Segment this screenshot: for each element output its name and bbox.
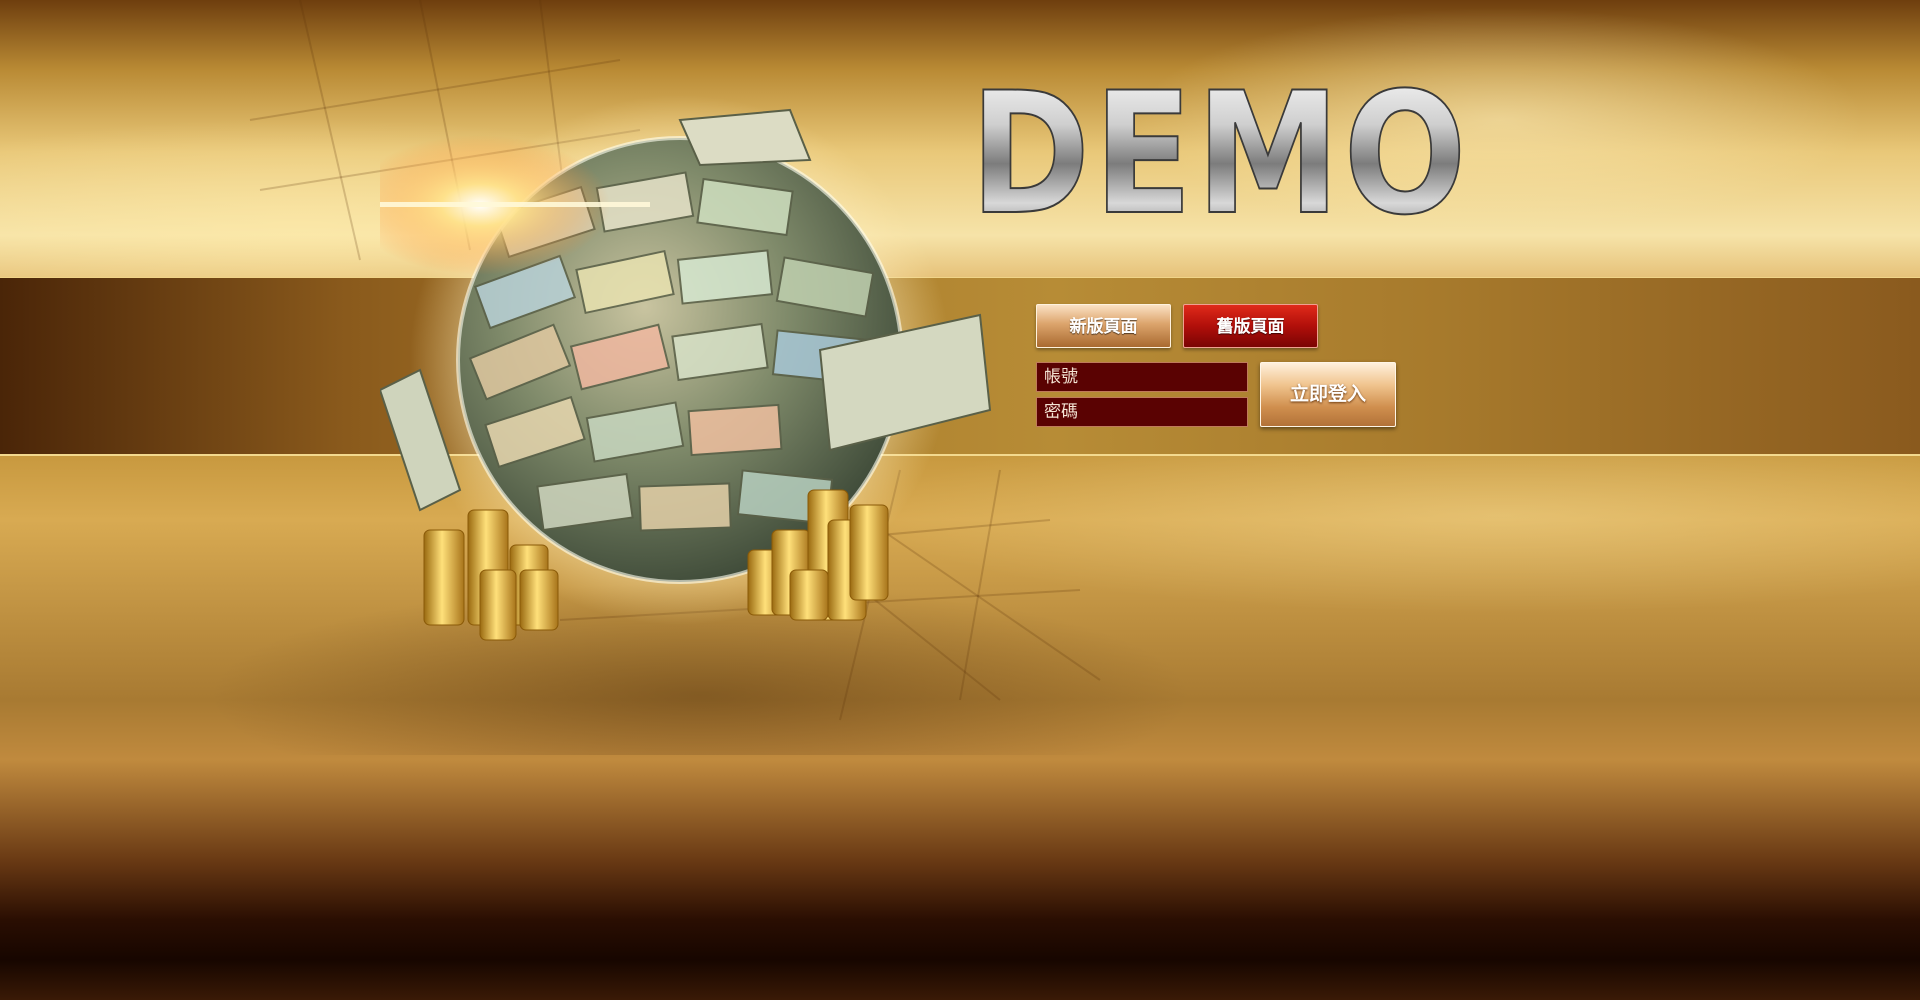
username-input[interactable]: [1036, 362, 1248, 392]
login-button[interactable]: 立即登入: [1260, 362, 1396, 427]
svg-text:DEMO: DEMO: [970, 72, 1470, 222]
demo-logo: DEMO: [960, 72, 1480, 222]
login-page: DEMO 新版頁面 舊版頁面 立即登入: [0, 0, 1920, 1000]
old-version-button[interactable]: 舊版頁面: [1183, 304, 1318, 348]
password-input[interactable]: [1036, 397, 1248, 427]
money-globe-illustration: [380, 90, 1000, 650]
new-version-button[interactable]: 新版頁面: [1036, 304, 1171, 348]
